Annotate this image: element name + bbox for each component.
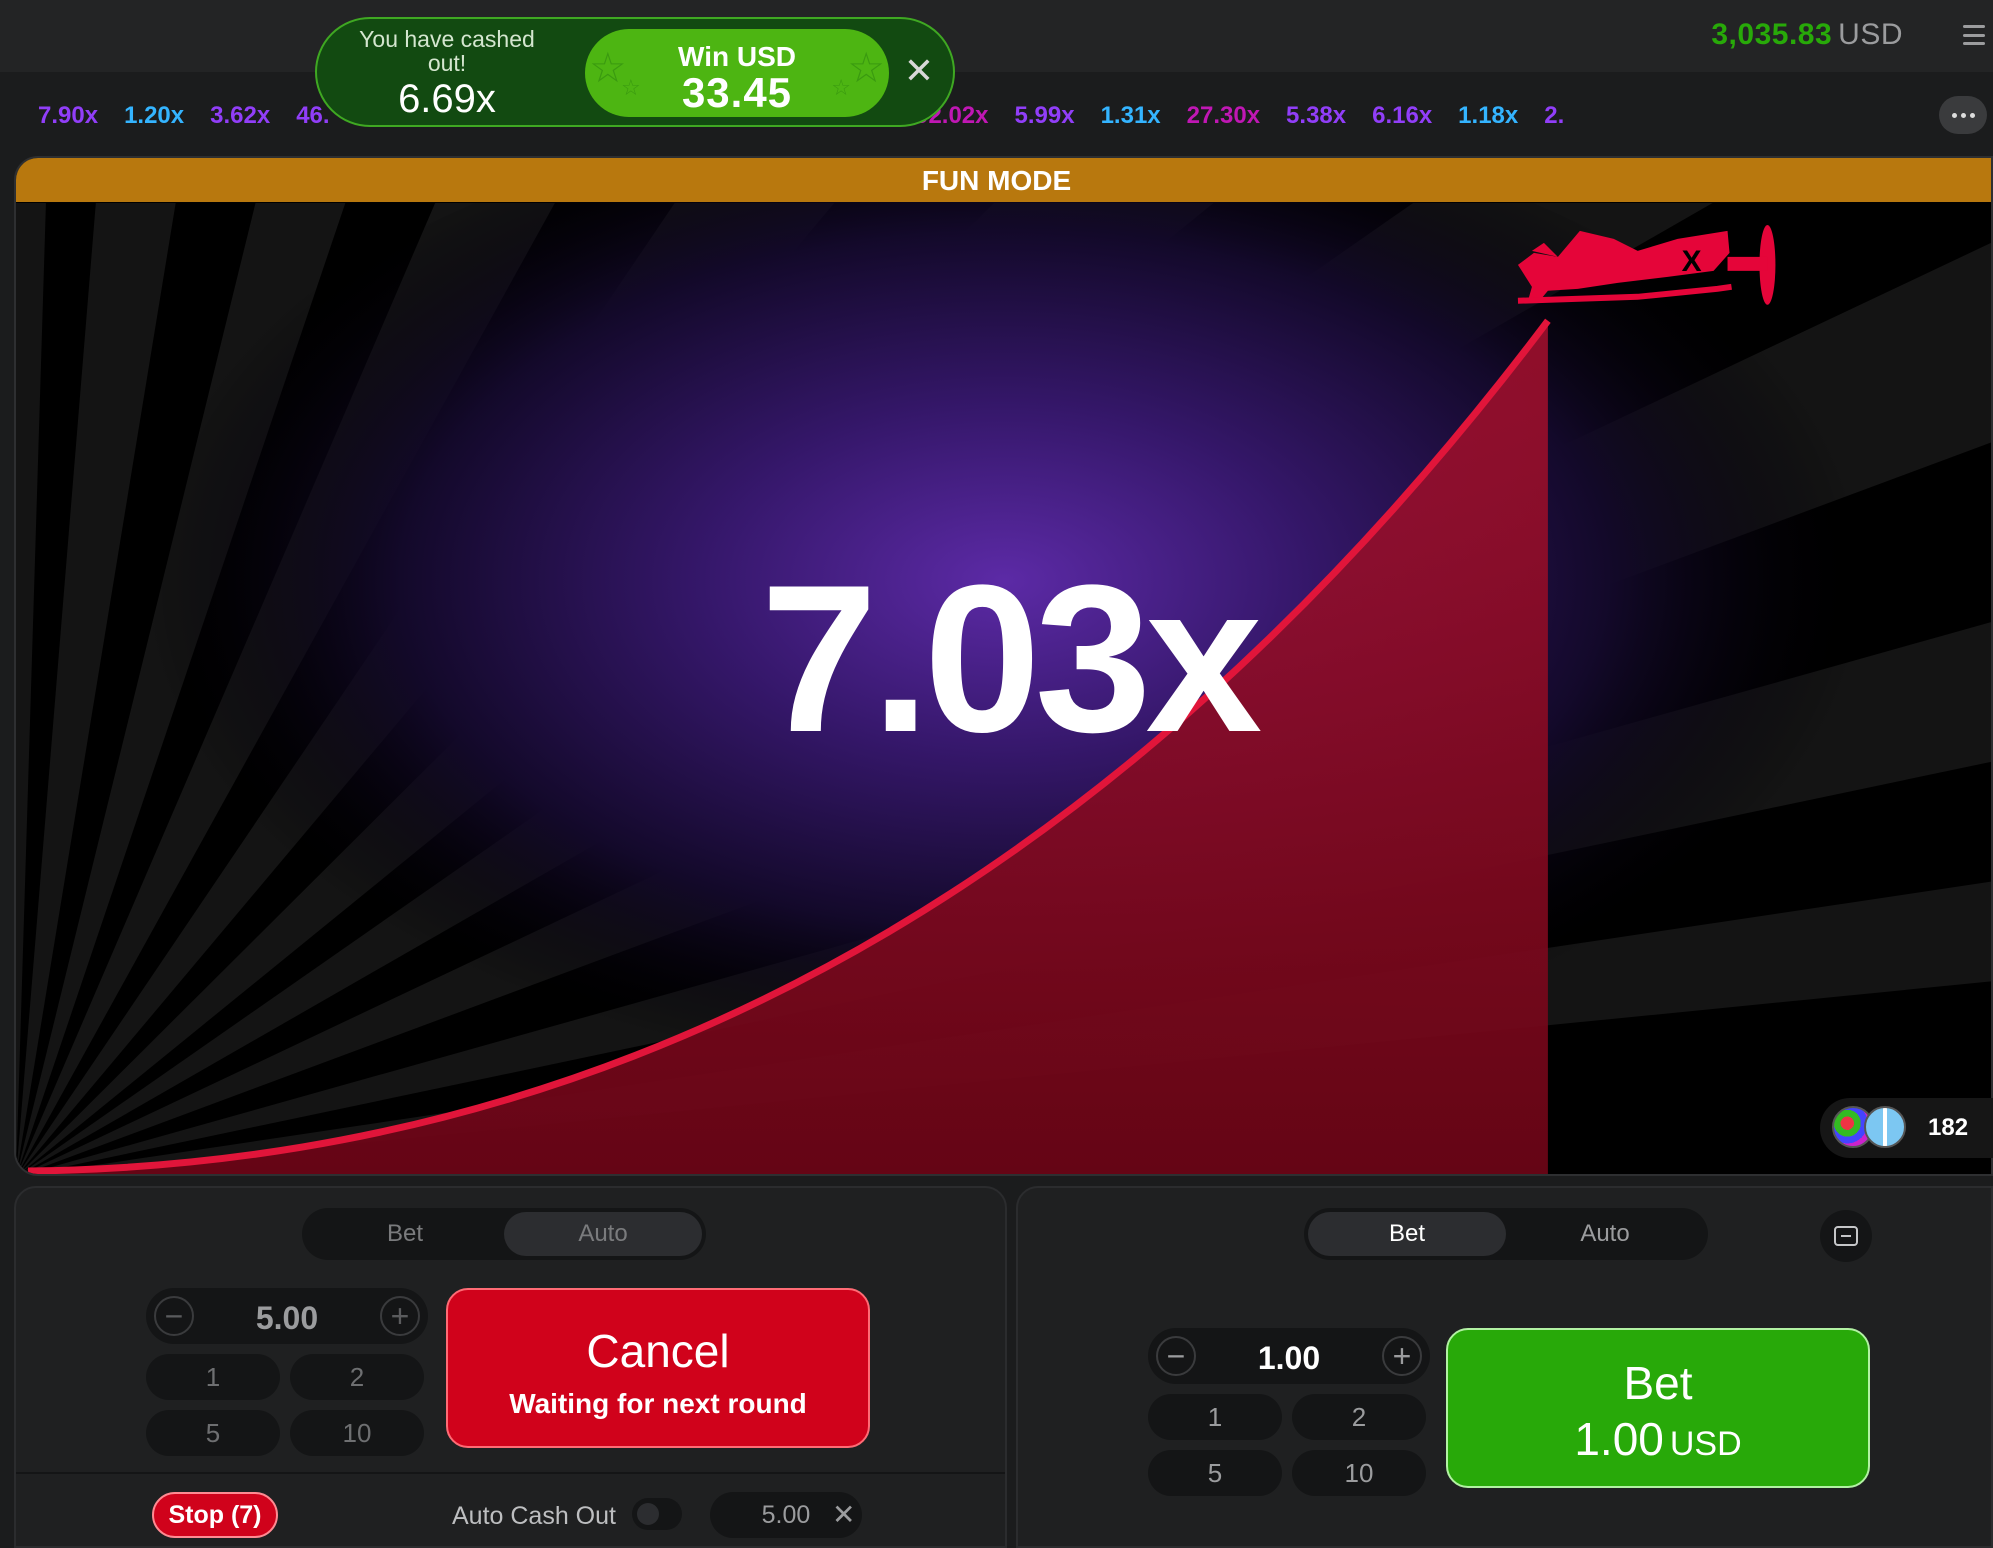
player-avatar	[1864, 1106, 1906, 1148]
cashout-message: You have cashed out!	[359, 26, 535, 76]
quick-amount-button[interactable]: 2	[290, 1354, 424, 1400]
star-icon: ☆	[621, 75, 641, 100]
star-icon: ☆	[831, 75, 851, 100]
current-multiplier: 7.03x	[760, 541, 1263, 776]
plus-button[interactable]: +	[1382, 1336, 1422, 1376]
top-bar: 3,035.83 USD	[0, 0, 1993, 72]
bet-amount-stepper: − 1.00 +	[1148, 1328, 1430, 1384]
history-multiplier[interactable]: 2.	[1544, 102, 1564, 130]
quick-amount-button[interactable]: 10	[290, 1410, 424, 1456]
bet-amount-value[interactable]: 1.00	[1208, 1340, 1370, 1377]
quick-amount-button[interactable]: 2	[1292, 1394, 1426, 1440]
quick-amount-button[interactable]: 10	[1292, 1450, 1426, 1496]
tab-auto[interactable]: Auto	[1506, 1212, 1704, 1256]
close-icon[interactable]: ✕	[901, 53, 937, 89]
ellipsis-icon[interactable]	[1939, 96, 1987, 134]
hamburger-menu-icon[interactable]	[1963, 22, 1985, 48]
tab-bet[interactable]: Bet	[1308, 1212, 1506, 1256]
cancel-label: Cancel	[586, 1325, 730, 1377]
bet-auto-switch: Bet Auto	[302, 1208, 706, 1260]
history-multiplier[interactable]: 7.90x	[38, 102, 98, 130]
history-multiplier[interactable]: 5.38x	[1286, 102, 1346, 130]
balance-amount: 3,035.83	[1711, 18, 1833, 51]
history-multiplier[interactable]: 6.16x	[1372, 102, 1432, 130]
minus-square-icon	[1834, 1226, 1858, 1246]
win-badge: ☆ ☆ ☆ ☆ Win USD 33.45	[585, 29, 889, 117]
cashout-multiplier: 6.69x	[398, 77, 496, 121]
quick-amount-button[interactable]: 5	[146, 1410, 280, 1456]
cancel-sublabel: Waiting for next round	[509, 1388, 807, 1419]
tab-auto[interactable]: Auto	[504, 1212, 702, 1256]
fun-mode-banner: FUN MODE	[16, 158, 1991, 202]
players-count: 182	[1928, 1114, 1969, 1141]
bet-button[interactable]: Bet 1.00 USD	[1446, 1328, 1870, 1488]
bet-panel-left: Bet Auto − 5.00 + 1 2 5 10 Cancel Waitin…	[14, 1186, 1007, 1548]
online-players: 182	[1820, 1098, 1993, 1158]
bet-panel-right: Bet Auto − 1.00 + 1 2 5 10 Bet 1.00 USD	[1016, 1186, 1993, 1548]
quick-amount-button[interactable]: 1	[146, 1354, 280, 1400]
auto-play-row: Stop (7) Auto Cash Out 5.00 ✕	[16, 1472, 1005, 1548]
balance-currency: USD	[1838, 18, 1903, 51]
remove-panel-button[interactable]	[1820, 1210, 1872, 1262]
minus-button[interactable]: −	[1156, 1336, 1196, 1376]
balance: 3,035.83 USD	[1711, 18, 1903, 52]
auto-cashout-label: Auto Cash Out	[452, 1502, 616, 1530]
star-icon: ☆	[847, 44, 885, 91]
multiplier-history: 7.90x1.20x3.62x46.2.15x6.50x3.04x192.02x…	[0, 86, 1993, 146]
history-multiplier[interactable]: 46.	[296, 102, 329, 130]
bet-amount-line: 1.00 USD	[1448, 1412, 1868, 1466]
bet-auto-switch: Bet Auto	[1304, 1208, 1708, 1260]
auto-cashout-toggle[interactable]	[632, 1498, 682, 1530]
cancel-button[interactable]: Cancel Waiting for next round	[446, 1288, 870, 1448]
clear-icon[interactable]: ✕	[832, 1498, 855, 1531]
tab-bet[interactable]: Bet	[306, 1212, 504, 1256]
bet-label: Bet	[1623, 1357, 1693, 1409]
bet-button-currency: USD	[1669, 1425, 1742, 1463]
bet-button-amount: 1.00	[1574, 1413, 1664, 1465]
history-multiplier[interactable]: 27.30x	[1187, 102, 1260, 130]
history-multiplier[interactable]: 5.99x	[1015, 102, 1075, 130]
cashout-toast: You have cashed out! 6.69x ☆ ☆ ☆ ☆ Win U…	[315, 17, 955, 127]
history-multiplier[interactable]: 1.20x	[124, 102, 184, 130]
stop-autoplay-button[interactable]: Stop (7)	[152, 1492, 278, 1538]
bet-amount-stepper: − 5.00 +	[146, 1288, 428, 1344]
history-multiplier[interactable]: 1.18x	[1458, 102, 1518, 130]
quick-amount-button[interactable]: 1	[1148, 1394, 1282, 1440]
quick-amount-button[interactable]: 5	[1148, 1450, 1282, 1496]
bet-amount-value[interactable]: 5.00	[206, 1300, 368, 1337]
history-multiplier[interactable]: 1.31x	[1101, 102, 1161, 130]
plus-button[interactable]: +	[380, 1296, 420, 1336]
svg-text:X: X	[1682, 245, 1702, 278]
minus-button[interactable]: −	[154, 1296, 194, 1336]
history-multiplier[interactable]: 3.62x	[210, 102, 270, 130]
game-area: FUN MODE X 7.03x	[14, 156, 1993, 1176]
